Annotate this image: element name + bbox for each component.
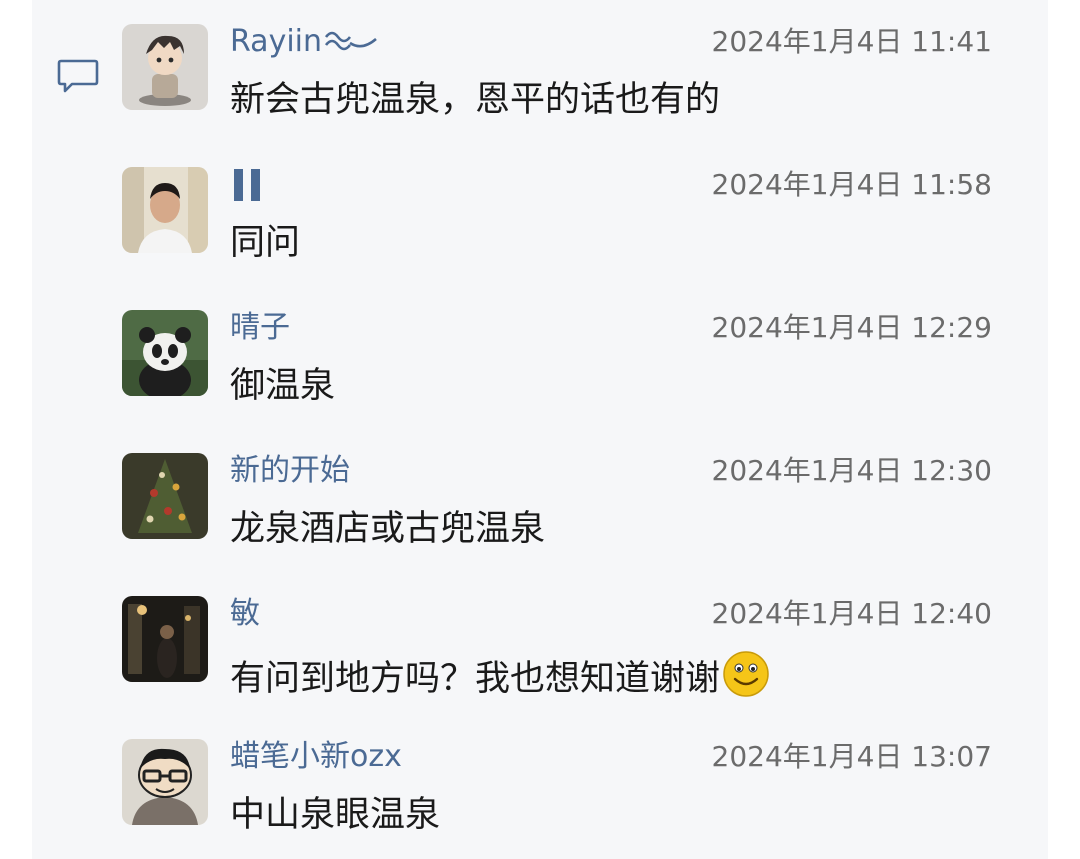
comment-time: 2024年1月4日 12:40 [711,597,992,630]
vertical-bars-icon [234,169,260,201]
comment-text: 中山泉眼温泉 [230,795,441,835]
figurine-avatar[interactable] [122,24,208,110]
comment-item[interactable]: 晴子 2024年1月4日 12:29 御温泉 [122,310,1002,410]
comment-text: 有问到地方吗？我也想知道谢谢 [230,650,770,701]
panda-avatar[interactable] [122,310,208,396]
comment-time: 2024年1月4日 11:58 [711,168,992,201]
comment-text: 同问 [230,223,301,263]
comment-time: 2024年1月4日 11:41 [711,25,992,58]
commenter-name[interactable]: Rayiin [230,24,378,60]
comment-time: 2024年1月4日 12:30 [711,454,992,487]
man-photo-avatar[interactable] [122,167,208,253]
night-street-avatar[interactable] [122,596,208,682]
cartoon-avatar[interactable] [122,739,208,825]
comment-time: 2024年1月4日 12:29 [711,311,992,344]
comment-text: 新会古兜温泉，恩平的话也有的 [230,80,721,120]
commenter-name[interactable]: 晴子 [230,310,290,346]
wave-icon [324,31,377,51]
commenter-name[interactable]: 新的开始 [230,453,350,489]
commenter-name[interactable]: 敏 [230,596,260,632]
comment-item[interactable]: 蜡笔小新ozx 2024年1月4日 13:07 中山泉眼温泉 [122,739,1002,839]
comment-text: 御温泉 [230,366,336,406]
commenter-name[interactable] [230,167,266,208]
comment-time: 2024年1月4日 13:07 [711,740,992,773]
commenter-name[interactable]: 蜡笔小新ozx [230,739,402,775]
comment-bubble-icon[interactable] [56,58,100,94]
comment-item[interactable]: Rayiin 2024年1月4日 11:41 新会古兜温泉，恩平的话也有的 [122,24,1002,124]
comment-item[interactable]: 新的开始 2024年1月4日 12:30 龙泉酒店或古兜温泉 [122,453,1002,553]
comment-item[interactable]: 敏 2024年1月4日 12:40 有问到地方吗？我也想知道谢谢 [122,596,1002,699]
smiley-emoji-icon [723,651,769,697]
comment-list-panel [32,0,1048,859]
christmas-tree-avatar[interactable] [122,453,208,539]
comment-text-content: 有问到地方吗？我也想知道谢谢 [230,659,721,699]
comment-text: 龙泉酒店或古兜温泉 [230,509,546,549]
comment-item[interactable]: 2024年1月4日 11:58 同问 [122,167,1002,267]
commenter-name-text[interactable]: Rayiin [230,24,322,59]
